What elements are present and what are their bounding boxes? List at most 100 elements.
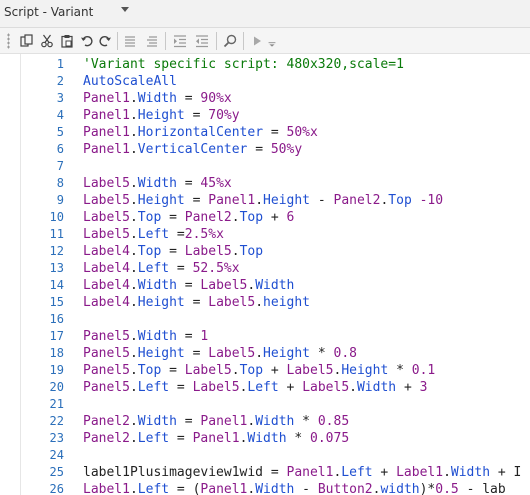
code-token: Top (239, 210, 264, 225)
code-line[interactable]: 14 Label4.Width = Label5.Width (0, 277, 530, 294)
code-token: Label1 (396, 465, 444, 480)
code-line[interactable]: 15 Label4.Height = Label5.height (0, 294, 530, 311)
code-line[interactable]: 22 Panel2.Width = Panel1.Width * 0.85 (0, 413, 530, 430)
comment-icon[interactable] (121, 32, 139, 50)
script-editor[interactable]: 1 'Variant specific script: 480x320,scale… (0, 54, 530, 495)
code-token: . (129, 261, 138, 276)
code-line[interactable]: 19 Panel5.Top = Label5.Top + Label5.Heigh… (0, 362, 530, 379)
code-token: = (169, 482, 193, 495)
code-token: . (443, 465, 451, 480)
code-token: . (129, 363, 138, 378)
line-number: 26 (49, 482, 64, 495)
code-text: label1Plusimageview1wid = Panel1.Left + … (83, 464, 521, 481)
code-line[interactable]: 17 Panel5.Width = 1 (0, 328, 530, 345)
code-line[interactable]: 6 Panel1.VerticalCenter = 50%y (0, 141, 530, 158)
title-dropdown-icon[interactable] (121, 7, 129, 12)
cut-icon[interactable] (38, 32, 56, 50)
line-number: 17 (49, 329, 64, 343)
line-number: 11 (49, 227, 64, 241)
code-line[interactable]: 2 AutoScaleAll (0, 73, 530, 90)
code-token: Height (263, 346, 311, 361)
code-token: Height (137, 346, 185, 361)
code-token: Width (137, 329, 177, 344)
code-token: Top (137, 363, 162, 378)
code-token: . (129, 227, 138, 242)
line-number: 10 (49, 210, 64, 224)
search-icon[interactable] (221, 32, 239, 50)
code-token: = (169, 261, 193, 276)
code-token: Width (255, 482, 295, 495)
code-line[interactable]: 9 Label5.Height = Panel1.Height - Panel2.… (0, 192, 530, 209)
run-icon[interactable] (248, 32, 266, 50)
code-token: lab (482, 482, 506, 495)
code-token: = (176, 91, 201, 106)
code-token: Width (247, 431, 287, 446)
code-token: . (129, 295, 138, 310)
line-number: 16 (49, 312, 64, 326)
code-token: Label5 (208, 295, 256, 310)
code-token: 2.5%x (184, 227, 224, 242)
code-line[interactable]: 18 Panel5.Height = Label5.Height * 0.8 (0, 345, 530, 362)
code-line[interactable]: 16 (0, 311, 530, 328)
line-number: 7 (56, 159, 64, 173)
code-line[interactable]: 5 Panel1.HorizontalCenter = 50%x (0, 124, 530, 141)
code-line[interactable]: 7 (0, 158, 530, 175)
code-line[interactable]: 4 Panel1.Height = 70%y (0, 107, 530, 124)
code-token: 3 (419, 380, 428, 395)
code-text: Panel2.Width = Panel1.Width * 0.85 (83, 413, 349, 430)
code-line[interactable]: 26 Label1.Left = (Panel1.Width - Button2.… (0, 481, 530, 495)
code-token: Panel5 (83, 346, 130, 361)
code-token: Label4 (83, 278, 130, 293)
undo-icon[interactable] (78, 32, 96, 50)
code-text: Panel5.Height = Label5.Height * 0.8 (83, 345, 357, 362)
code-token: - (294, 482, 318, 495)
code-token: . (129, 125, 138, 140)
code-token: Height (263, 193, 311, 208)
toolbar-grip-icon[interactable] (7, 33, 10, 49)
script-toolbar (0, 28, 530, 54)
code-line[interactable]: 21 (0, 396, 530, 413)
code-token: Width (356, 380, 397, 395)
code-token: Panel1 (83, 125, 130, 140)
line-number: 21 (49, 397, 64, 411)
code-line[interactable]: 12 Label4.Top = Label5.Top (0, 243, 530, 260)
overflow-chevron-icon[interactable] (266, 32, 278, 50)
code-text: Panel2.Left = Panel1.Width * 0.075 (83, 430, 349, 447)
code-line[interactable]: 1 'Variant specific script: 480x320,scale… (0, 56, 530, 73)
code-token: Width (255, 278, 295, 293)
code-token: Label5 (184, 363, 232, 378)
code-line[interactable]: 24 (0, 447, 530, 464)
code-line[interactable]: 23 Panel2.Left = Panel1.Width * 0.075 (0, 430, 530, 447)
code-line[interactable]: 20 Panel5.Left = Label5.Left + Label5.Wid… (0, 379, 530, 396)
code-token: Panel1 (192, 431, 240, 446)
code-line[interactable]: 13 Label4.Left = 52.5%x (0, 260, 530, 277)
code-line[interactable]: 11 Label5.Left =2.5%x (0, 226, 530, 243)
line-number: 24 (49, 448, 64, 462)
code-token: Width (137, 414, 177, 429)
code-line[interactable]: 3 Panel1.Width = 90%x (0, 90, 530, 107)
code-token: Label4 (83, 295, 130, 310)
code-token: Label5 (83, 193, 130, 208)
paste-icon[interactable] (58, 32, 76, 50)
code-token: . (255, 295, 264, 310)
code-text: Panel1.VerticalCenter = 50%y (83, 141, 302, 158)
code-line[interactable]: 10 Label5.Top = Panel2.Top + 6 (0, 209, 530, 226)
code-token: = (176, 176, 201, 191)
code-token: AutoScaleAll (83, 74, 177, 89)
indent-icon[interactable] (171, 32, 189, 50)
outdent-icon[interactable] (193, 32, 211, 50)
code-token: 'Variant specific script: 480x320,scale=… (83, 57, 404, 72)
uncomment-icon[interactable] (143, 32, 161, 50)
line-number: 4 (56, 108, 64, 122)
code-line[interactable]: 8 Label5.Width = 45%x (0, 175, 530, 192)
code-line[interactable]: 25 label1Plusimageview1wid = Panel1.Left … (0, 464, 530, 481)
code-text: Label5.Width = 45%x (83, 175, 232, 192)
line-number: 2 (56, 74, 64, 88)
code-token: . (129, 176, 138, 191)
code-token: Label5 (83, 210, 130, 225)
copy-icon[interactable] (18, 32, 36, 50)
code-token: Label5 (208, 346, 256, 361)
redo-icon[interactable] (96, 32, 114, 50)
code-token: Panel2 (333, 193, 381, 208)
line-number: 12 (49, 244, 64, 258)
